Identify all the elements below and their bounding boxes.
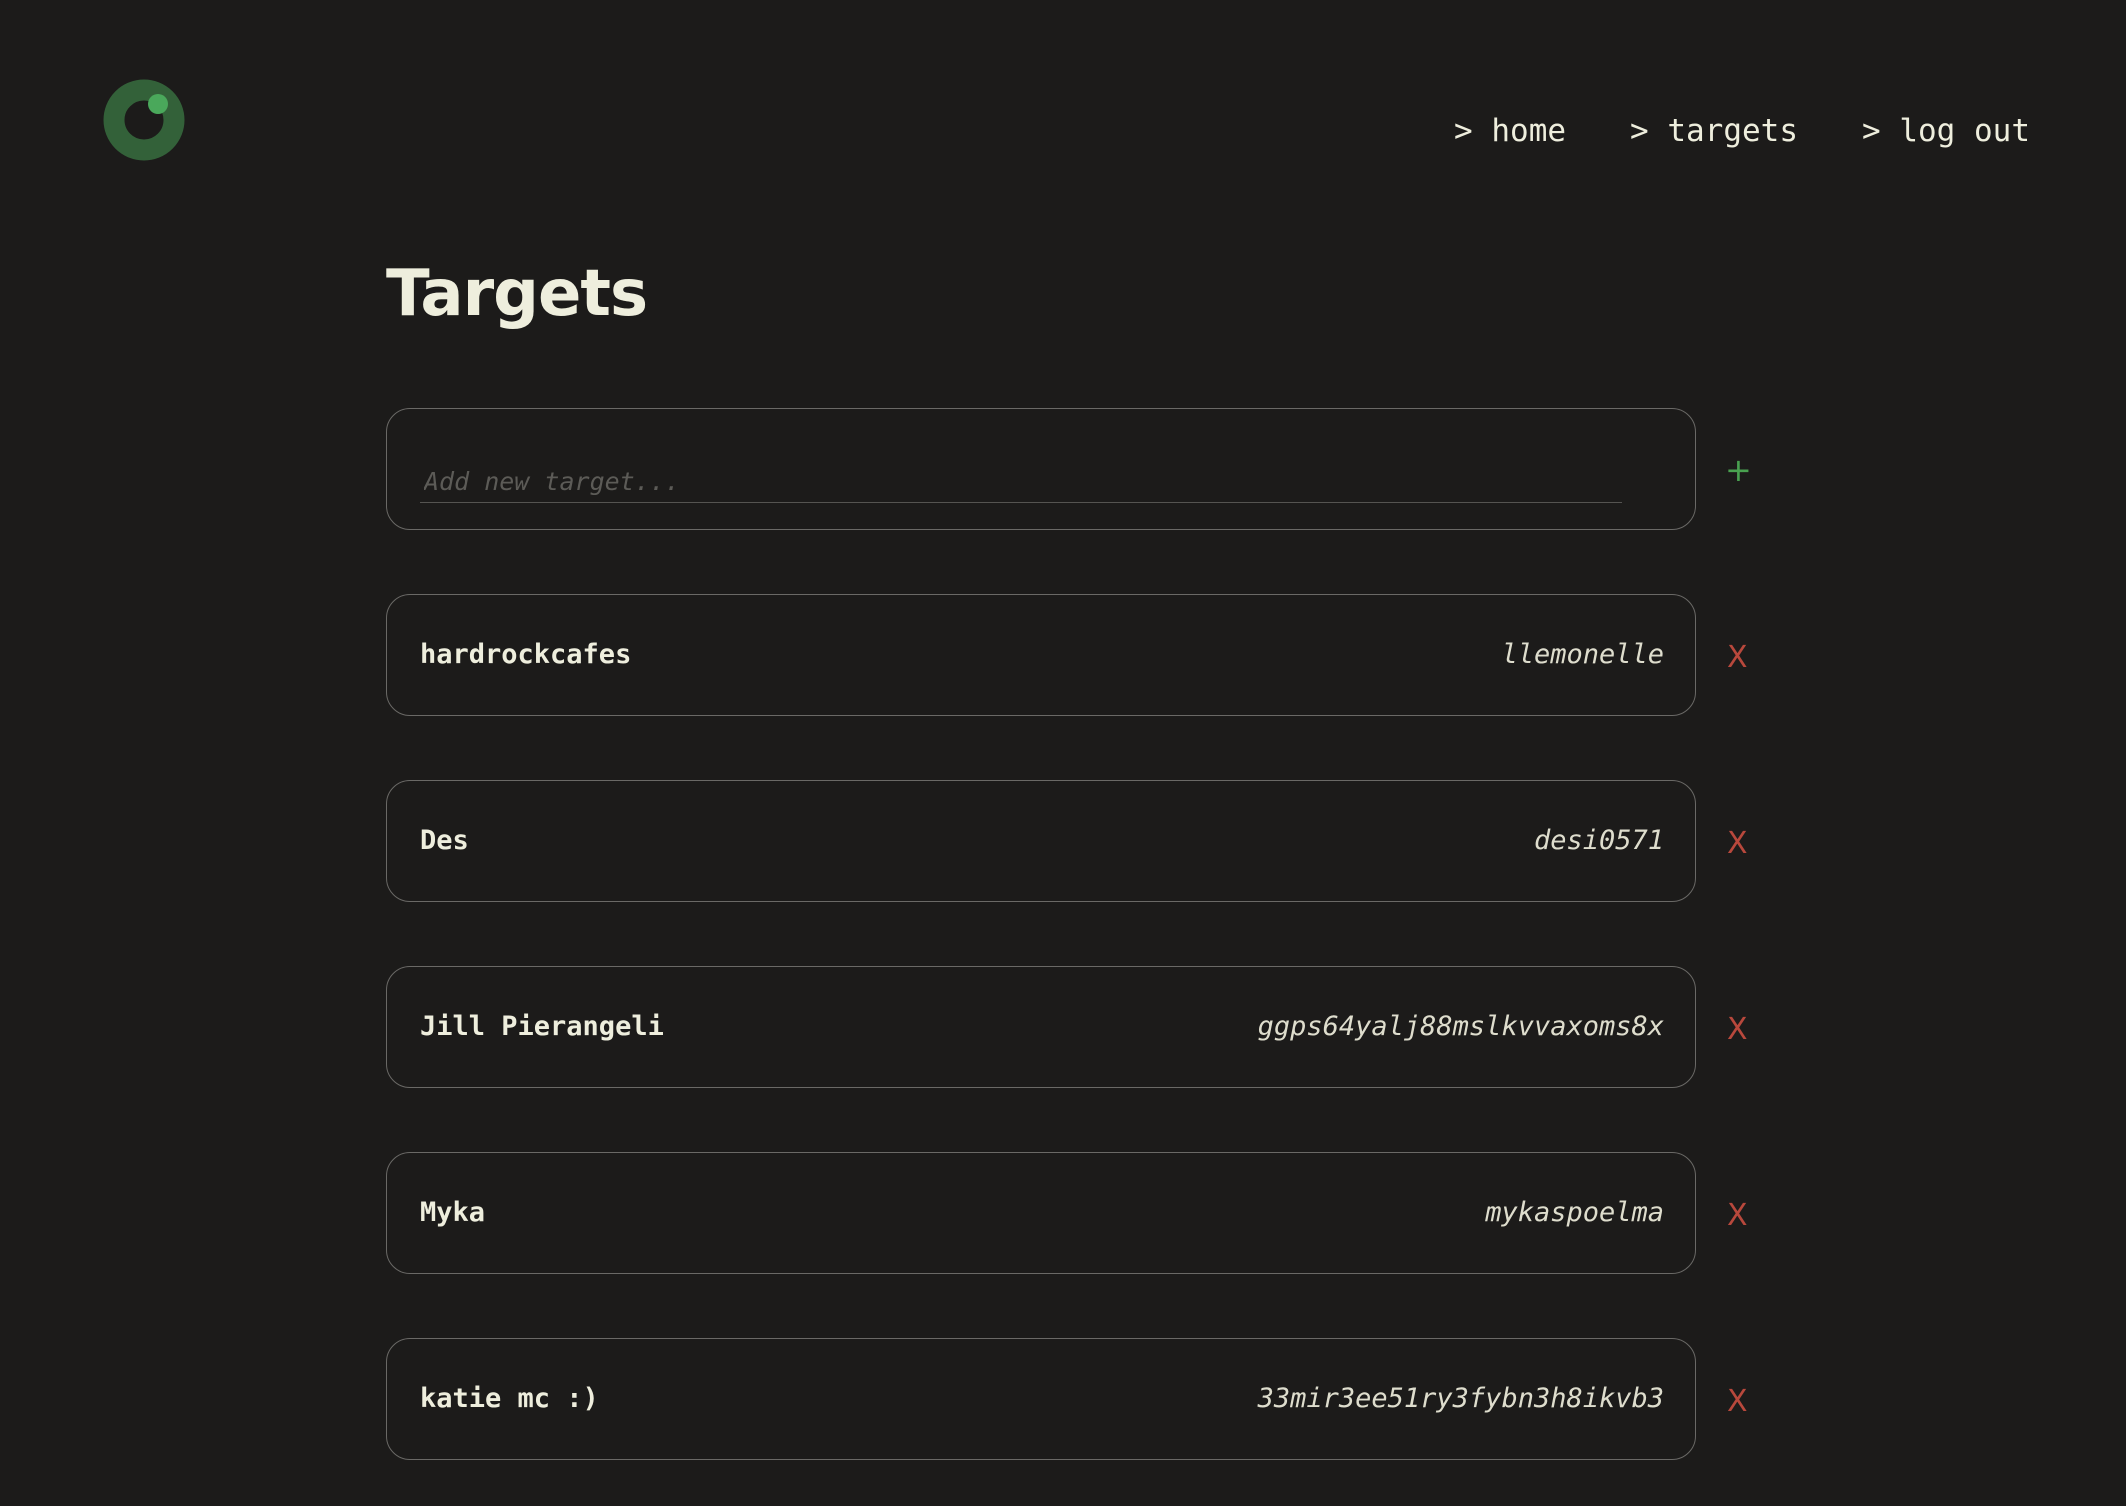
delete-target-button[interactable]: X <box>1727 1384 1748 1420</box>
delete-target-button[interactable]: X <box>1727 1198 1748 1234</box>
add-target-card <box>386 408 1696 530</box>
logo[interactable] <box>103 79 185 161</box>
eye-ring-logo-icon <box>103 79 185 161</box>
nav-targets-link[interactable]: > targets <box>1630 108 1798 154</box>
nav-log-out-link[interactable]: > log out <box>1862 108 2030 154</box>
target-handle: desi0571 <box>1533 825 1664 856</box>
top-nav: > home > targets > log out <box>1454 108 2030 154</box>
delete-target-button[interactable]: X <box>1727 1012 1748 1048</box>
target-name: hardrockcafes <box>420 639 632 670</box>
target-handle: mykaspoelma <box>1485 1197 1664 1228</box>
target-handle: ggps64yalj88mslkvvaxoms8x <box>1257 1011 1664 1042</box>
target-row: Myka mykaspoelma <box>386 1152 1696 1274</box>
target-name: katie mc :) <box>420 1383 599 1414</box>
page-title: Targets <box>386 257 648 331</box>
target-row: Des desi0571 <box>386 780 1696 902</box>
delete-target-button[interactable]: X <box>1727 826 1748 862</box>
target-name: Des <box>420 825 469 856</box>
add-target-input[interactable] <box>420 461 1622 503</box>
delete-target-button[interactable]: X <box>1727 640 1748 676</box>
target-name: Myka <box>420 1197 486 1228</box>
target-row: Jill Pierangeli ggps64yalj88mslkvvaxoms8… <box>386 966 1696 1088</box>
target-handle: 33mir3ee51ry3fybn3h8ikvb3 <box>1257 1383 1664 1414</box>
nav-home-link[interactable]: > home <box>1454 108 1566 154</box>
target-handle: llemonelle <box>1501 639 1664 670</box>
target-row: hardrockcafes llemonelle <box>386 594 1696 716</box>
add-target-button[interactable]: + <box>1725 452 1752 488</box>
target-row: katie mc :) 33mir3ee51ry3fybn3h8ikvb3 <box>386 1338 1696 1460</box>
target-name: Jill Pierangeli <box>420 1011 664 1042</box>
